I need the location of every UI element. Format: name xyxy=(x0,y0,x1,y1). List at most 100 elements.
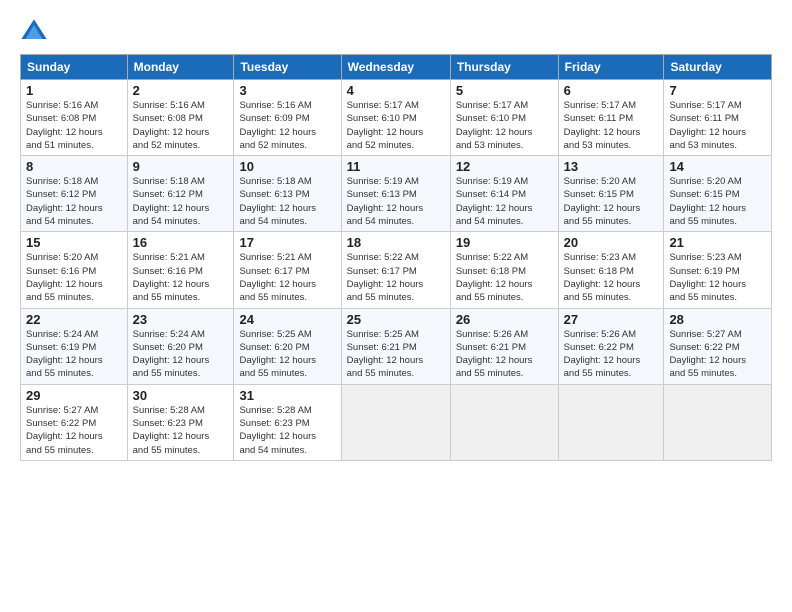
calendar-cell: 28Sunrise: 5:27 AM Sunset: 6:22 PM Dayli… xyxy=(664,308,772,384)
day-number: 19 xyxy=(456,235,553,250)
calendar-week-1: 1Sunrise: 5:16 AM Sunset: 6:08 PM Daylig… xyxy=(21,80,772,156)
day-info: Sunrise: 5:25 AM Sunset: 6:20 PM Dayligh… xyxy=(239,328,335,381)
header xyxy=(20,18,772,46)
day-info: Sunrise: 5:16 AM Sunset: 6:08 PM Dayligh… xyxy=(133,99,229,152)
calendar-header-monday: Monday xyxy=(127,55,234,80)
day-number: 12 xyxy=(456,159,553,174)
day-info: Sunrise: 5:20 AM Sunset: 6:15 PM Dayligh… xyxy=(669,175,766,228)
day-number: 9 xyxy=(133,159,229,174)
day-info: Sunrise: 5:21 AM Sunset: 6:17 PM Dayligh… xyxy=(239,251,335,304)
day-number: 26 xyxy=(456,312,553,327)
calendar-week-5: 29Sunrise: 5:27 AM Sunset: 6:22 PM Dayli… xyxy=(21,384,772,460)
calendar-header-thursday: Thursday xyxy=(450,55,558,80)
day-number: 14 xyxy=(669,159,766,174)
day-info: Sunrise: 5:20 AM Sunset: 6:16 PM Dayligh… xyxy=(26,251,122,304)
calendar-cell: 1Sunrise: 5:16 AM Sunset: 6:08 PM Daylig… xyxy=(21,80,128,156)
day-number: 2 xyxy=(133,83,229,98)
calendar-week-3: 15Sunrise: 5:20 AM Sunset: 6:16 PM Dayli… xyxy=(21,232,772,308)
day-number: 1 xyxy=(26,83,122,98)
day-number: 5 xyxy=(456,83,553,98)
calendar-week-4: 22Sunrise: 5:24 AM Sunset: 6:19 PM Dayli… xyxy=(21,308,772,384)
day-info: Sunrise: 5:17 AM Sunset: 6:11 PM Dayligh… xyxy=(564,99,659,152)
day-number: 6 xyxy=(564,83,659,98)
calendar-cell: 9Sunrise: 5:18 AM Sunset: 6:12 PM Daylig… xyxy=(127,156,234,232)
logo-icon xyxy=(20,18,48,46)
calendar-cell: 13Sunrise: 5:20 AM Sunset: 6:15 PM Dayli… xyxy=(558,156,664,232)
day-number: 23 xyxy=(133,312,229,327)
calendar-cell: 6Sunrise: 5:17 AM Sunset: 6:11 PM Daylig… xyxy=(558,80,664,156)
day-info: Sunrise: 5:24 AM Sunset: 6:19 PM Dayligh… xyxy=(26,328,122,381)
day-number: 30 xyxy=(133,388,229,403)
day-info: Sunrise: 5:21 AM Sunset: 6:16 PM Dayligh… xyxy=(133,251,229,304)
calendar-cell: 18Sunrise: 5:22 AM Sunset: 6:17 PM Dayli… xyxy=(341,232,450,308)
day-info: Sunrise: 5:17 AM Sunset: 6:11 PM Dayligh… xyxy=(669,99,766,152)
calendar-cell: 16Sunrise: 5:21 AM Sunset: 6:16 PM Dayli… xyxy=(127,232,234,308)
day-number: 22 xyxy=(26,312,122,327)
calendar-cell: 30Sunrise: 5:28 AM Sunset: 6:23 PM Dayli… xyxy=(127,384,234,460)
day-info: Sunrise: 5:17 AM Sunset: 6:10 PM Dayligh… xyxy=(347,99,445,152)
calendar-cell: 22Sunrise: 5:24 AM Sunset: 6:19 PM Dayli… xyxy=(21,308,128,384)
day-info: Sunrise: 5:16 AM Sunset: 6:08 PM Dayligh… xyxy=(26,99,122,152)
calendar-cell: 26Sunrise: 5:26 AM Sunset: 6:21 PM Dayli… xyxy=(450,308,558,384)
day-number: 11 xyxy=(347,159,445,174)
calendar-cell xyxy=(558,384,664,460)
calendar-cell: 4Sunrise: 5:17 AM Sunset: 6:10 PM Daylig… xyxy=(341,80,450,156)
day-info: Sunrise: 5:27 AM Sunset: 6:22 PM Dayligh… xyxy=(26,404,122,457)
day-info: Sunrise: 5:23 AM Sunset: 6:19 PM Dayligh… xyxy=(669,251,766,304)
day-number: 10 xyxy=(239,159,335,174)
calendar-table: SundayMondayTuesdayWednesdayThursdayFrid… xyxy=(20,54,772,461)
calendar-cell: 3Sunrise: 5:16 AM Sunset: 6:09 PM Daylig… xyxy=(234,80,341,156)
calendar-cell: 15Sunrise: 5:20 AM Sunset: 6:16 PM Dayli… xyxy=(21,232,128,308)
calendar-cell: 7Sunrise: 5:17 AM Sunset: 6:11 PM Daylig… xyxy=(664,80,772,156)
day-number: 8 xyxy=(26,159,122,174)
day-number: 27 xyxy=(564,312,659,327)
calendar-cell: 5Sunrise: 5:17 AM Sunset: 6:10 PM Daylig… xyxy=(450,80,558,156)
day-number: 25 xyxy=(347,312,445,327)
calendar-cell: 19Sunrise: 5:22 AM Sunset: 6:18 PM Dayli… xyxy=(450,232,558,308)
calendar-cell: 23Sunrise: 5:24 AM Sunset: 6:20 PM Dayli… xyxy=(127,308,234,384)
calendar-header-wednesday: Wednesday xyxy=(341,55,450,80)
calendar-cell: 31Sunrise: 5:28 AM Sunset: 6:23 PM Dayli… xyxy=(234,384,341,460)
day-info: Sunrise: 5:20 AM Sunset: 6:15 PM Dayligh… xyxy=(564,175,659,228)
day-number: 3 xyxy=(239,83,335,98)
calendar-cell: 29Sunrise: 5:27 AM Sunset: 6:22 PM Dayli… xyxy=(21,384,128,460)
day-info: Sunrise: 5:16 AM Sunset: 6:09 PM Dayligh… xyxy=(239,99,335,152)
calendar-cell: 20Sunrise: 5:23 AM Sunset: 6:18 PM Dayli… xyxy=(558,232,664,308)
day-number: 20 xyxy=(564,235,659,250)
day-info: Sunrise: 5:26 AM Sunset: 6:22 PM Dayligh… xyxy=(564,328,659,381)
calendar-header-sunday: Sunday xyxy=(21,55,128,80)
calendar-header-row: SundayMondayTuesdayWednesdayThursdayFrid… xyxy=(21,55,772,80)
calendar-cell: 27Sunrise: 5:26 AM Sunset: 6:22 PM Dayli… xyxy=(558,308,664,384)
calendar-header-tuesday: Tuesday xyxy=(234,55,341,80)
calendar-cell: 11Sunrise: 5:19 AM Sunset: 6:13 PM Dayli… xyxy=(341,156,450,232)
logo xyxy=(20,18,50,46)
day-number: 18 xyxy=(347,235,445,250)
day-info: Sunrise: 5:18 AM Sunset: 6:13 PM Dayligh… xyxy=(239,175,335,228)
calendar-cell: 12Sunrise: 5:19 AM Sunset: 6:14 PM Dayli… xyxy=(450,156,558,232)
calendar-cell: 21Sunrise: 5:23 AM Sunset: 6:19 PM Dayli… xyxy=(664,232,772,308)
calendar-cell: 10Sunrise: 5:18 AM Sunset: 6:13 PM Dayli… xyxy=(234,156,341,232)
calendar-week-2: 8Sunrise: 5:18 AM Sunset: 6:12 PM Daylig… xyxy=(21,156,772,232)
calendar-cell: 2Sunrise: 5:16 AM Sunset: 6:08 PM Daylig… xyxy=(127,80,234,156)
day-info: Sunrise: 5:24 AM Sunset: 6:20 PM Dayligh… xyxy=(133,328,229,381)
day-info: Sunrise: 5:17 AM Sunset: 6:10 PM Dayligh… xyxy=(456,99,553,152)
day-info: Sunrise: 5:28 AM Sunset: 6:23 PM Dayligh… xyxy=(133,404,229,457)
day-number: 16 xyxy=(133,235,229,250)
day-info: Sunrise: 5:19 AM Sunset: 6:14 PM Dayligh… xyxy=(456,175,553,228)
calendar-cell: 8Sunrise: 5:18 AM Sunset: 6:12 PM Daylig… xyxy=(21,156,128,232)
calendar-header-friday: Friday xyxy=(558,55,664,80)
day-info: Sunrise: 5:27 AM Sunset: 6:22 PM Dayligh… xyxy=(669,328,766,381)
day-info: Sunrise: 5:22 AM Sunset: 6:17 PM Dayligh… xyxy=(347,251,445,304)
calendar-cell: 17Sunrise: 5:21 AM Sunset: 6:17 PM Dayli… xyxy=(234,232,341,308)
day-number: 17 xyxy=(239,235,335,250)
page: SundayMondayTuesdayWednesdayThursdayFrid… xyxy=(0,0,792,612)
day-info: Sunrise: 5:28 AM Sunset: 6:23 PM Dayligh… xyxy=(239,404,335,457)
calendar-cell: 24Sunrise: 5:25 AM Sunset: 6:20 PM Dayli… xyxy=(234,308,341,384)
day-number: 4 xyxy=(347,83,445,98)
day-info: Sunrise: 5:18 AM Sunset: 6:12 PM Dayligh… xyxy=(26,175,122,228)
day-number: 7 xyxy=(669,83,766,98)
day-info: Sunrise: 5:22 AM Sunset: 6:18 PM Dayligh… xyxy=(456,251,553,304)
day-number: 24 xyxy=(239,312,335,327)
day-info: Sunrise: 5:26 AM Sunset: 6:21 PM Dayligh… xyxy=(456,328,553,381)
calendar-cell xyxy=(341,384,450,460)
